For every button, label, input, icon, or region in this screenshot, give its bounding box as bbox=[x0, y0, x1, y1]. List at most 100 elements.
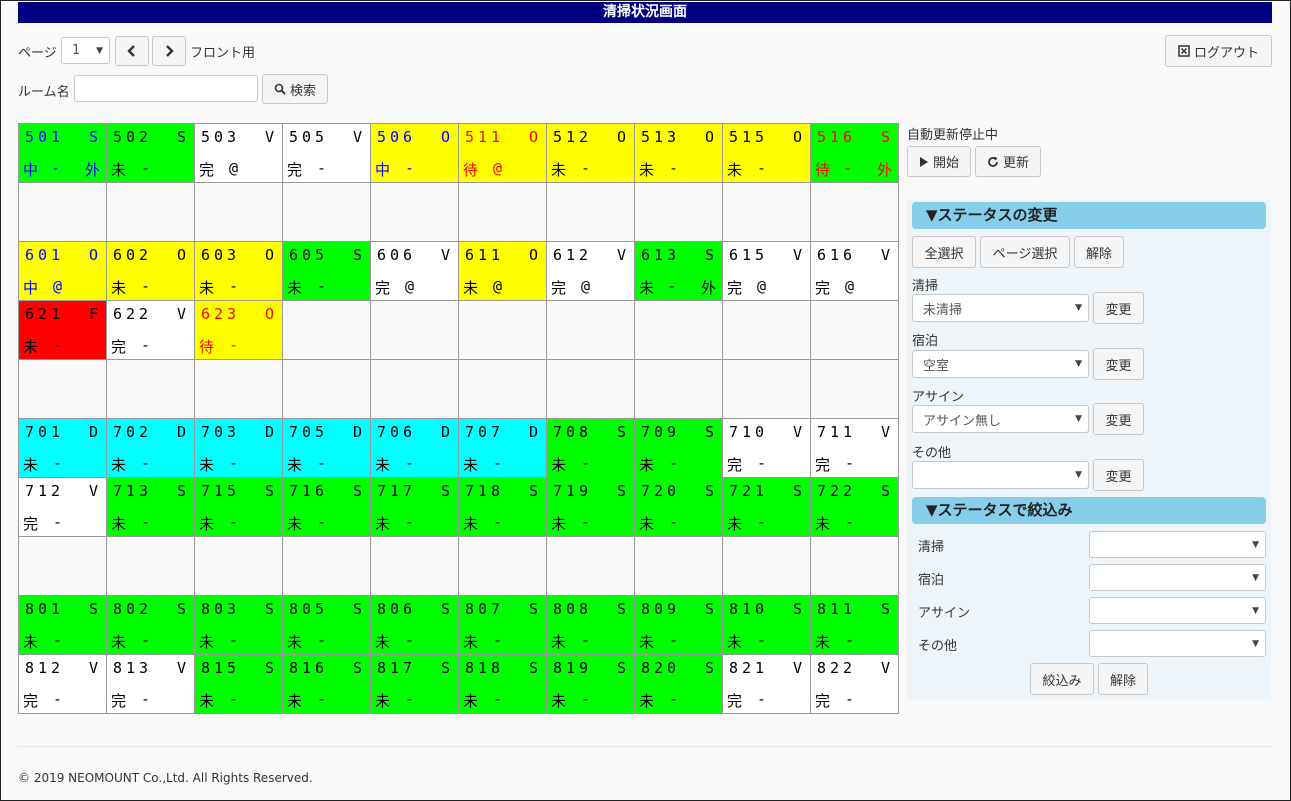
filter-cleaning-select[interactable]: ▼ bbox=[1089, 531, 1266, 558]
room-cell[interactable]: 701 D 未 - bbox=[19, 419, 107, 478]
room-cell[interactable]: 506 O 中 - bbox=[371, 124, 459, 183]
room-status-code: D bbox=[88, 423, 102, 441]
room-cell[interactable]: 717 S 未 - bbox=[371, 478, 459, 537]
room-cell[interactable]: 708 S 未 - bbox=[547, 419, 635, 478]
room-status-code: D bbox=[440, 423, 454, 441]
cleaning-status: 完 bbox=[551, 279, 571, 297]
room-cell[interactable]: 603 O 未 - bbox=[195, 242, 283, 301]
room-cell[interactable]: 616 V 完 @ bbox=[811, 242, 899, 301]
room-cell[interactable]: 801 S 未 - bbox=[19, 596, 107, 655]
room-cell[interactable]: 815 S 未 - bbox=[195, 655, 283, 714]
room-cell[interactable]: 811 S 未 - bbox=[811, 596, 899, 655]
refresh-button[interactable]: 更新 bbox=[975, 146, 1041, 177]
room-cell[interactable]: 707 D 未 - bbox=[459, 419, 547, 478]
room-cell[interactable]: 709 S 未 - bbox=[635, 419, 723, 478]
room-cell[interactable]: 718 S 未 - bbox=[459, 478, 547, 537]
filter-stay-select[interactable]: ▼ bbox=[1089, 564, 1266, 591]
select-all-button[interactable]: 全選択 bbox=[912, 236, 976, 268]
room-cell[interactable]: 822 V 完 - bbox=[811, 655, 899, 714]
other-status bbox=[705, 513, 720, 535]
filter-other-select[interactable]: ▼ bbox=[1089, 630, 1266, 657]
room-cell[interactable]: 605 S 未 - bbox=[283, 242, 371, 301]
room-cell[interactable]: 621 F 未 - bbox=[19, 301, 107, 360]
room-cell[interactable]: 715 S 未 - bbox=[195, 478, 283, 537]
room-cell[interactable]: 807 S 未 - bbox=[459, 596, 547, 655]
room-cell[interactable]: 713 S 未 - bbox=[107, 478, 195, 537]
stay-select[interactable]: 空室 ▼ bbox=[912, 350, 1089, 378]
room-cell[interactable]: 818 S 未 - bbox=[459, 655, 547, 714]
room-cell[interactable]: 501 S 中 - 外 bbox=[19, 124, 107, 183]
cleaning-change-button[interactable]: 変更 bbox=[1093, 292, 1144, 324]
room-cell[interactable]: 505 V 完 - bbox=[283, 124, 371, 183]
room-cell[interactable]: 513 O 未 - bbox=[635, 124, 723, 183]
assign-select[interactable]: アサイン無し ▼ bbox=[912, 405, 1089, 433]
room-cell[interactable]: 803 S 未 - bbox=[195, 596, 283, 655]
filter-clear-button[interactable]: 解除 bbox=[1098, 663, 1148, 695]
room-cell[interactable]: 702 D 未 - bbox=[107, 419, 195, 478]
room-cell[interactable]: 812 V 完 - bbox=[19, 655, 107, 714]
other-status bbox=[353, 631, 368, 653]
page-select[interactable]: 1 ▼ bbox=[61, 37, 110, 64]
room-cell[interactable]: 808 S 未 - bbox=[547, 596, 635, 655]
room-status-code: V bbox=[88, 659, 102, 677]
other-select[interactable]: ▼ bbox=[912, 461, 1089, 489]
room-cell[interactable]: 706 D 未 - bbox=[371, 419, 459, 478]
room-cell[interactable]: 716 S 未 - bbox=[283, 478, 371, 537]
room-cell[interactable]: 515 O 未 - bbox=[723, 124, 811, 183]
room-cell[interactable]: 623 O 待 - bbox=[195, 301, 283, 360]
search-button[interactable]: 検索 bbox=[262, 74, 328, 104]
room-cell[interactable]: 710 V 完 - bbox=[723, 419, 811, 478]
room-cell[interactable]: 813 V 完 - bbox=[107, 655, 195, 714]
room-cell-line2: 未- 外 bbox=[639, 277, 720, 299]
room-cell[interactable]: 705 D 未 - bbox=[283, 419, 371, 478]
start-button[interactable]: 開始 bbox=[907, 146, 971, 177]
select-page-button[interactable]: ページ選択 bbox=[980, 236, 1070, 268]
room-cell[interactable]: 805 S 未 - bbox=[283, 596, 371, 655]
logout-button[interactable]: ログアウト bbox=[1165, 35, 1272, 67]
room-cell[interactable]: 809 S 未 - bbox=[635, 596, 723, 655]
room-cell[interactable]: 806 S 未 - bbox=[371, 596, 459, 655]
next-page-button[interactable] bbox=[152, 36, 186, 66]
assign-change-button[interactable]: 変更 bbox=[1093, 403, 1144, 435]
room-cell[interactable]: 719 S 未 - bbox=[547, 478, 635, 537]
room-cell[interactable]: 503 V 完 @ bbox=[195, 124, 283, 183]
room-cell[interactable]: 615 V 完 @ bbox=[723, 242, 811, 301]
room-cell[interactable]: 611 O 未 @ bbox=[459, 242, 547, 301]
room-cell[interactable]: 821 V 完 - bbox=[723, 655, 811, 714]
room-cell[interactable]: 613 S 未 - 外 bbox=[635, 242, 723, 301]
room-status-code: O bbox=[792, 128, 806, 146]
room-cell[interactable]: 820 S 未 - bbox=[635, 655, 723, 714]
room-cell[interactable]: 703 D 未 - bbox=[195, 419, 283, 478]
room-cell[interactable]: 602 O 未 - bbox=[107, 242, 195, 301]
room-cell[interactable]: 612 V 完 @ bbox=[547, 242, 635, 301]
room-cell[interactable]: 516 S 待 - 外 bbox=[811, 124, 899, 183]
room-cell[interactable]: 502 S 未 - bbox=[107, 124, 195, 183]
room-cell[interactable]: 810 S 未 - bbox=[723, 596, 811, 655]
room-cell[interactable]: 712 V 完 - bbox=[19, 478, 107, 537]
room-number: 722 bbox=[817, 482, 857, 500]
prev-page-button[interactable] bbox=[115, 36, 149, 66]
room-cell[interactable]: 512 O 未 - bbox=[547, 124, 635, 183]
room-cell[interactable]: 721 S 未 - bbox=[723, 478, 811, 537]
room-cell[interactable]: 622 V 完 - bbox=[107, 301, 195, 360]
room-cell[interactable]: 601 O 中 @ bbox=[19, 242, 107, 301]
filter-assign-select[interactable]: ▼ bbox=[1089, 597, 1266, 624]
cleaning-select[interactable]: 未清掃 ▼ bbox=[912, 294, 1089, 322]
other-change-button[interactable]: 変更 bbox=[1093, 459, 1144, 491]
cleaning-status: 完 bbox=[23, 692, 43, 710]
room-cell[interactable]: 711 V 完 - bbox=[811, 419, 899, 478]
room-name-input[interactable] bbox=[74, 75, 258, 102]
room-cell[interactable]: 722 S 未 - bbox=[811, 478, 899, 537]
room-cell[interactable]: 802 S 未 - bbox=[107, 596, 195, 655]
room-cell[interactable]: 817 S 未 - bbox=[371, 655, 459, 714]
room-cell[interactable]: 819 S 未 - bbox=[547, 655, 635, 714]
stay-change-button[interactable]: 変更 bbox=[1093, 348, 1144, 380]
filter-apply-button[interactable]: 絞込み bbox=[1030, 663, 1094, 695]
room-cell[interactable]: 606 V 完 @ bbox=[371, 242, 459, 301]
empty-cell bbox=[283, 301, 371, 360]
room-cell[interactable]: 816 S 未 - bbox=[283, 655, 371, 714]
clear-selection-button[interactable]: 解除 bbox=[1074, 236, 1124, 268]
room-cell-line2: 未- bbox=[815, 631, 896, 653]
room-cell[interactable]: 511 O 待 @ bbox=[459, 124, 547, 183]
room-cell[interactable]: 720 S 未 - bbox=[635, 478, 723, 537]
